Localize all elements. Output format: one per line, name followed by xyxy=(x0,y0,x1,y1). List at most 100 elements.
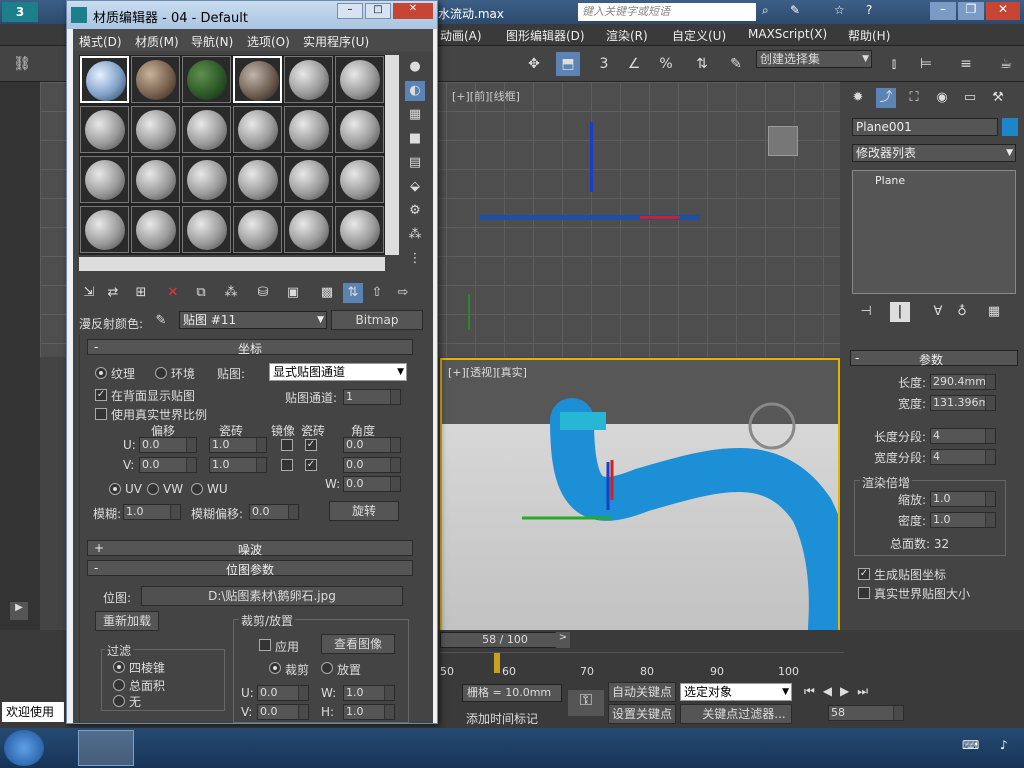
star-icon[interactable]: ☆ xyxy=(834,3,845,17)
sample-slot[interactable] xyxy=(284,106,333,153)
apply-checkbox[interactable] xyxy=(259,639,271,651)
modify-tab-icon[interactable]: ⤴ xyxy=(876,88,896,108)
layer-icon[interactable]: ≡ xyxy=(954,52,978,76)
show-map-icon[interactable]: ▩ xyxy=(317,283,337,303)
go-to-parent-icon[interactable]: ⇧ xyxy=(367,283,387,303)
volume-icon[interactable]: ♪ xyxy=(1000,738,1008,752)
time-slider-next[interactable]: > xyxy=(556,632,570,648)
gen-map-coords-checkbox[interactable]: ✓ xyxy=(858,568,870,580)
sample-slot[interactable] xyxy=(80,56,129,103)
track-bar[interactable]: 50 60 70 80 90 100 xyxy=(440,652,844,678)
crop-v-spinner[interactable]: 0.0 xyxy=(257,704,309,720)
sample-slot[interactable] xyxy=(335,106,384,153)
wu-radio[interactable] xyxy=(191,483,203,495)
u-offset-spinner[interactable]: 0.0 xyxy=(139,437,197,453)
taskbar-3dsmax-button[interactable] xyxy=(78,730,134,766)
medit-menu-navigation[interactable]: 导航(N) xyxy=(191,33,233,50)
environ-radio[interactable] xyxy=(155,367,167,379)
current-frame-marker[interactable] xyxy=(494,653,500,673)
assign-to-selection-icon[interactable]: ⊞ xyxy=(131,283,151,303)
align-icon[interactable]: ⊨ xyxy=(914,52,938,76)
material-navigator-icon[interactable]: ⋮ xyxy=(405,249,425,269)
uv-tiling-icon[interactable]: ■ xyxy=(405,129,425,149)
display-tab-icon[interactable]: ▭ xyxy=(960,88,980,108)
slots-hscrollbar[interactable] xyxy=(79,257,385,271)
select-by-material-icon[interactable]: ⁂ xyxy=(405,225,425,245)
backlight-icon[interactable]: ◐ xyxy=(405,81,425,101)
make-unique-mat-icon[interactable]: ⁂ xyxy=(221,283,241,303)
sample-slot[interactable] xyxy=(335,206,384,253)
video-color-check-icon[interactable]: ▤ xyxy=(405,153,425,173)
modifier-list-dropdown[interactable]: 修改器列表 xyxy=(852,144,1016,162)
snap-3-icon[interactable]: 3 xyxy=(592,52,616,76)
crop-h-spinner[interactable]: 1.0 xyxy=(343,704,395,720)
put-to-scene-icon[interactable]: ⇄ xyxy=(103,283,123,303)
medit-menu-material[interactable]: 材质(M) xyxy=(135,33,179,50)
reload-button[interactable]: 重新加载 xyxy=(95,611,159,631)
get-material-icon[interactable]: ⇲ xyxy=(79,283,99,303)
playback-controls[interactable]: ⏮◀▶⏭ xyxy=(804,684,924,704)
sample-slot[interactable] xyxy=(284,156,333,203)
binoculars-icon[interactable]: ⌕ xyxy=(762,3,769,18)
configure-sets-icon[interactable]: ▦ xyxy=(984,302,1004,322)
medit-menu-mode[interactable]: 模式(D) xyxy=(79,33,122,50)
v-offset-spinner[interactable]: 0.0 xyxy=(139,457,197,473)
sample-slot[interactable] xyxy=(80,106,129,153)
motion-tab-icon[interactable]: ◉ xyxy=(932,88,952,108)
density-spinner[interactable]: 1.0 xyxy=(930,512,996,528)
sample-slot[interactable] xyxy=(233,106,282,153)
map-type-button[interactable]: Bitmap xyxy=(331,310,423,330)
edit-named-sel-icon[interactable]: ✎ xyxy=(724,52,748,76)
link-icon[interactable]: ⛓ xyxy=(10,52,34,76)
sample-slot[interactable] xyxy=(233,156,282,203)
blur-spinner[interactable]: 1.0 xyxy=(123,504,181,520)
sample-slot[interactable] xyxy=(182,106,231,153)
select-rotate-icon[interactable]: ⬒ xyxy=(556,52,580,76)
remove-modifier-icon[interactable]: ♁ xyxy=(952,302,972,322)
width-segs-spinner[interactable]: 4 xyxy=(930,449,996,465)
vw-radio[interactable] xyxy=(147,483,159,495)
material-id-icon[interactable]: ▣ xyxy=(283,283,303,303)
modifier-stack[interactable]: Plane xyxy=(852,170,1016,294)
go-forward-sibling-icon[interactable]: ⇨ xyxy=(393,283,413,303)
tools-icon[interactable]: ✎ xyxy=(790,3,800,17)
material-editor-titlebar[interactable]: 材质编辑器 - 04 - Default – □ ✕ xyxy=(67,1,437,29)
make-preview-icon[interactable]: ⬙ xyxy=(405,177,425,197)
viewcube-icon[interactable] xyxy=(768,126,798,156)
hierarchy-tab-icon[interactable]: ⛶ xyxy=(904,88,924,108)
perspective-viewport[interactable]: [+][透视][真实] xyxy=(440,358,840,630)
set-key-button[interactable]: 设置关键点 xyxy=(608,704,676,724)
app-logo-icon[interactable]: 3 xyxy=(2,2,38,22)
search-input[interactable]: 键入关键字或短语 xyxy=(578,3,756,21)
pin-stack-icon[interactable]: ⊣ xyxy=(856,302,876,322)
menu-maxscript[interactable]: MAXScript(X) xyxy=(748,27,827,41)
auto-key-button[interactable]: 自动关键点 xyxy=(608,682,676,702)
sample-slot[interactable] xyxy=(131,156,180,203)
make-copy-icon[interactable]: ⧉ xyxy=(191,283,211,303)
eyedropper-icon[interactable]: ✎ xyxy=(151,311,171,331)
spinner-snap-icon[interactable]: ⇅ xyxy=(690,52,714,76)
show-end-result-mat-icon[interactable]: ⇅ xyxy=(343,283,363,303)
start-button[interactable] xyxy=(4,730,44,766)
summed-area-radio[interactable] xyxy=(113,679,125,691)
utilities-tab-icon[interactable]: ⚒ xyxy=(988,88,1008,108)
sample-slot[interactable] xyxy=(182,56,231,103)
show-back-checkbox[interactable]: ✓ xyxy=(95,389,107,401)
object-color-swatch[interactable] xyxy=(1002,118,1018,136)
restore-button[interactable]: ❐ xyxy=(958,2,984,20)
background-icon[interactable]: ▦ xyxy=(405,105,425,125)
texture-radio[interactable] xyxy=(95,367,107,379)
blur-offset-spinner[interactable]: 0.0 xyxy=(249,504,299,520)
percent-snap-icon[interactable]: % xyxy=(654,52,678,76)
current-frame-spinner[interactable]: 58 xyxy=(828,705,904,721)
help-icon[interactable]: ? xyxy=(866,3,872,17)
sample-slot[interactable] xyxy=(80,156,129,203)
minimize-button[interactable]: – xyxy=(930,2,956,20)
sample-slot[interactable] xyxy=(284,56,333,103)
sample-slot[interactable] xyxy=(131,106,180,153)
close-button[interactable]: ✕ xyxy=(986,2,1020,20)
key-mode-dropdown[interactable]: 选定对象 xyxy=(680,683,792,701)
sample-slot[interactable] xyxy=(131,206,180,253)
view-image-button[interactable]: 查看图像 xyxy=(321,634,395,654)
options-icon[interactable]: ⚙ xyxy=(405,201,425,221)
